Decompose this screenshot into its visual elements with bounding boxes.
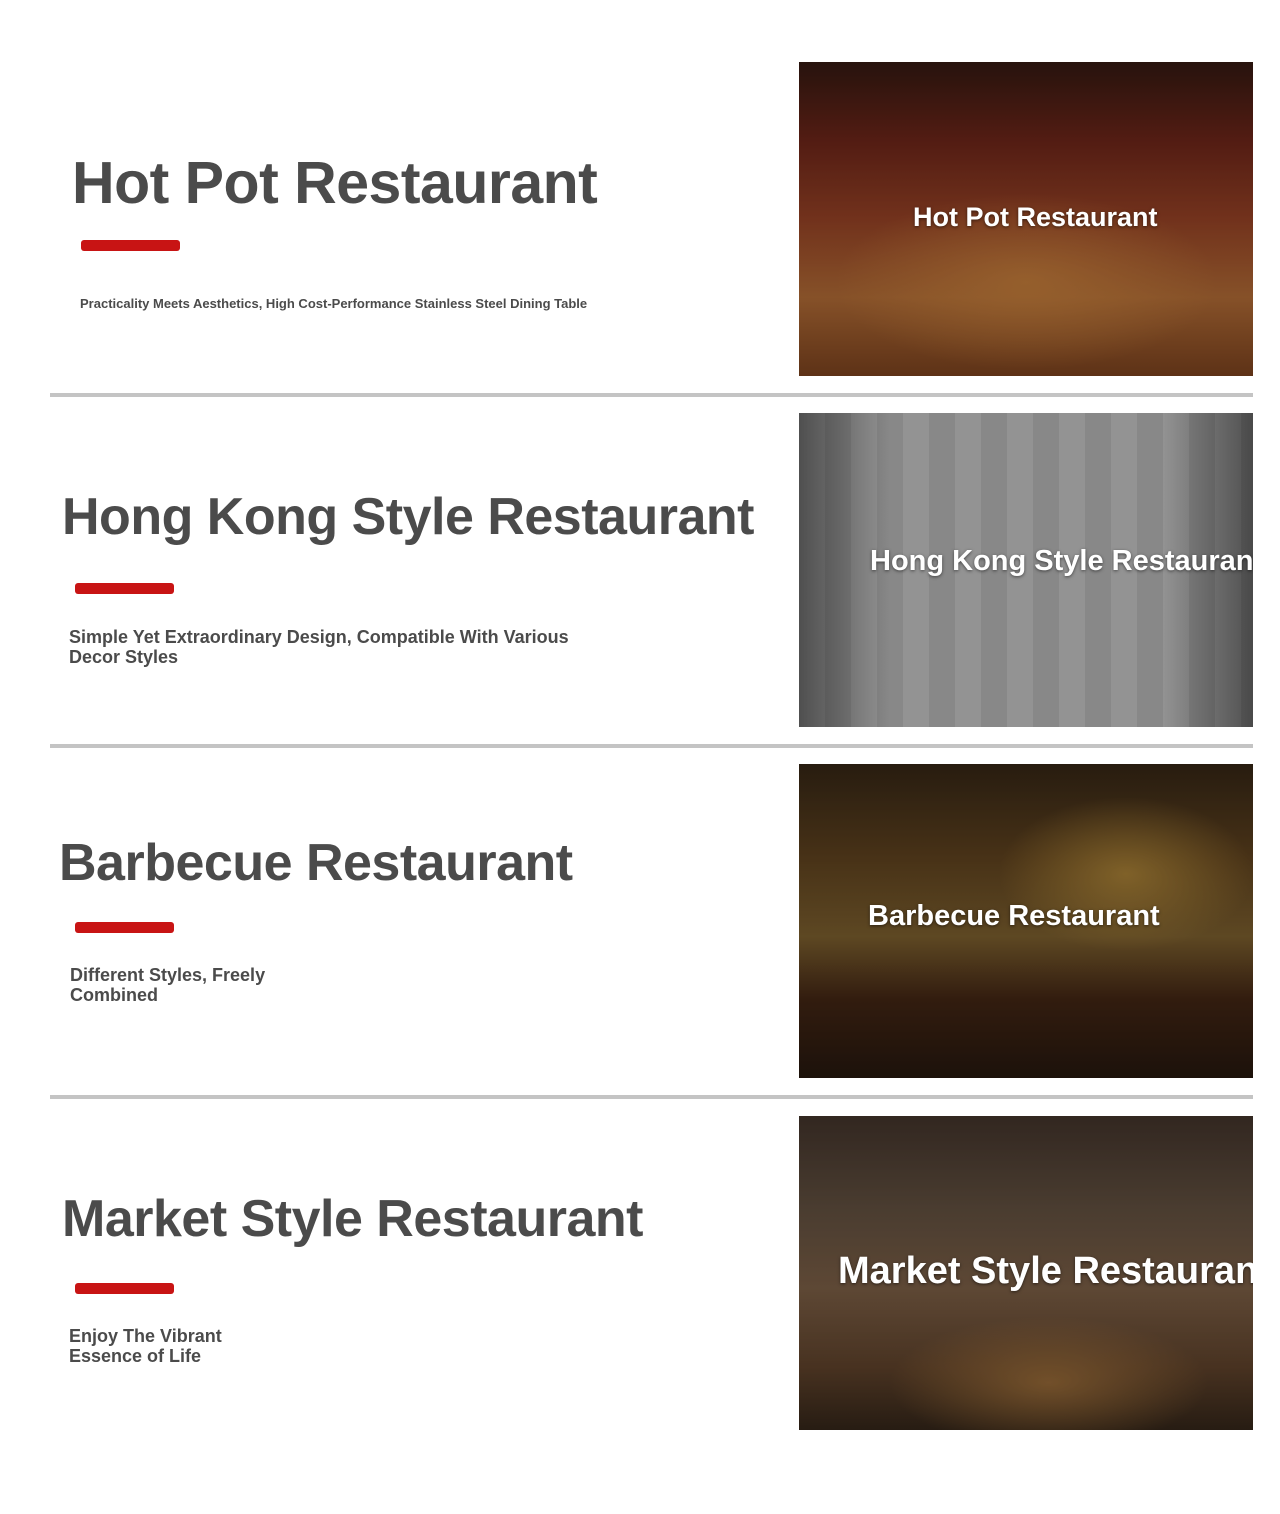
hot-pot-restaurant-photo: Hot Pot Restaurant [799, 62, 1253, 376]
section-market-style: Market Style Restaurant Enjoy The Vibran… [0, 1097, 1280, 1448]
accent-bar [81, 240, 180, 251]
barbecue-restaurant-photo: Barbecue Restaurant [799, 764, 1253, 1078]
photo-label: Barbecue Restaurant [868, 900, 1160, 932]
section-hong-kong-style: Hong Kong Style Restaurant Simple Yet Ex… [0, 395, 1280, 746]
section-subtitle: Different Styles, Freely Combined [70, 965, 266, 1005]
section-heading: Hong Kong Style Restaurant [62, 488, 754, 546]
accent-bar [75, 1283, 174, 1294]
accent-bar [75, 583, 174, 594]
accent-bar [75, 922, 174, 933]
page: { "sections": [ { "heading": "Hot Pot Re… [0, 0, 1280, 1514]
section-subtitle: Simple Yet Extraordinary Design, Compati… [69, 627, 569, 667]
section-heading: Barbecue Restaurant [59, 834, 573, 892]
section-subtitle: Practicality Meets Aesthetics, High Cost… [80, 296, 588, 311]
hong-kong-style-restaurant-photo: Hong Kong Style Restaurant [799, 413, 1253, 727]
section-hot-pot: Hot Pot Restaurant Practicality Meets Ae… [0, 44, 1280, 395]
market-style-restaurant-photo: Market Style Restaurant [799, 1116, 1253, 1430]
section-barbecue: Barbecue Restaurant Different Styles, Fr… [0, 746, 1280, 1097]
photo-label: Market Style Restaurant [838, 1250, 1253, 1292]
section-heading: Market Style Restaurant [62, 1190, 643, 1248]
photo-label: Hot Pot Restaurant [913, 202, 1158, 232]
section-subtitle: Enjoy The Vibrant Essence of Life [69, 1326, 222, 1366]
section-heading: Hot Pot Restaurant [72, 150, 598, 216]
photo-label: Hong Kong Style Restaurant [870, 545, 1253, 577]
